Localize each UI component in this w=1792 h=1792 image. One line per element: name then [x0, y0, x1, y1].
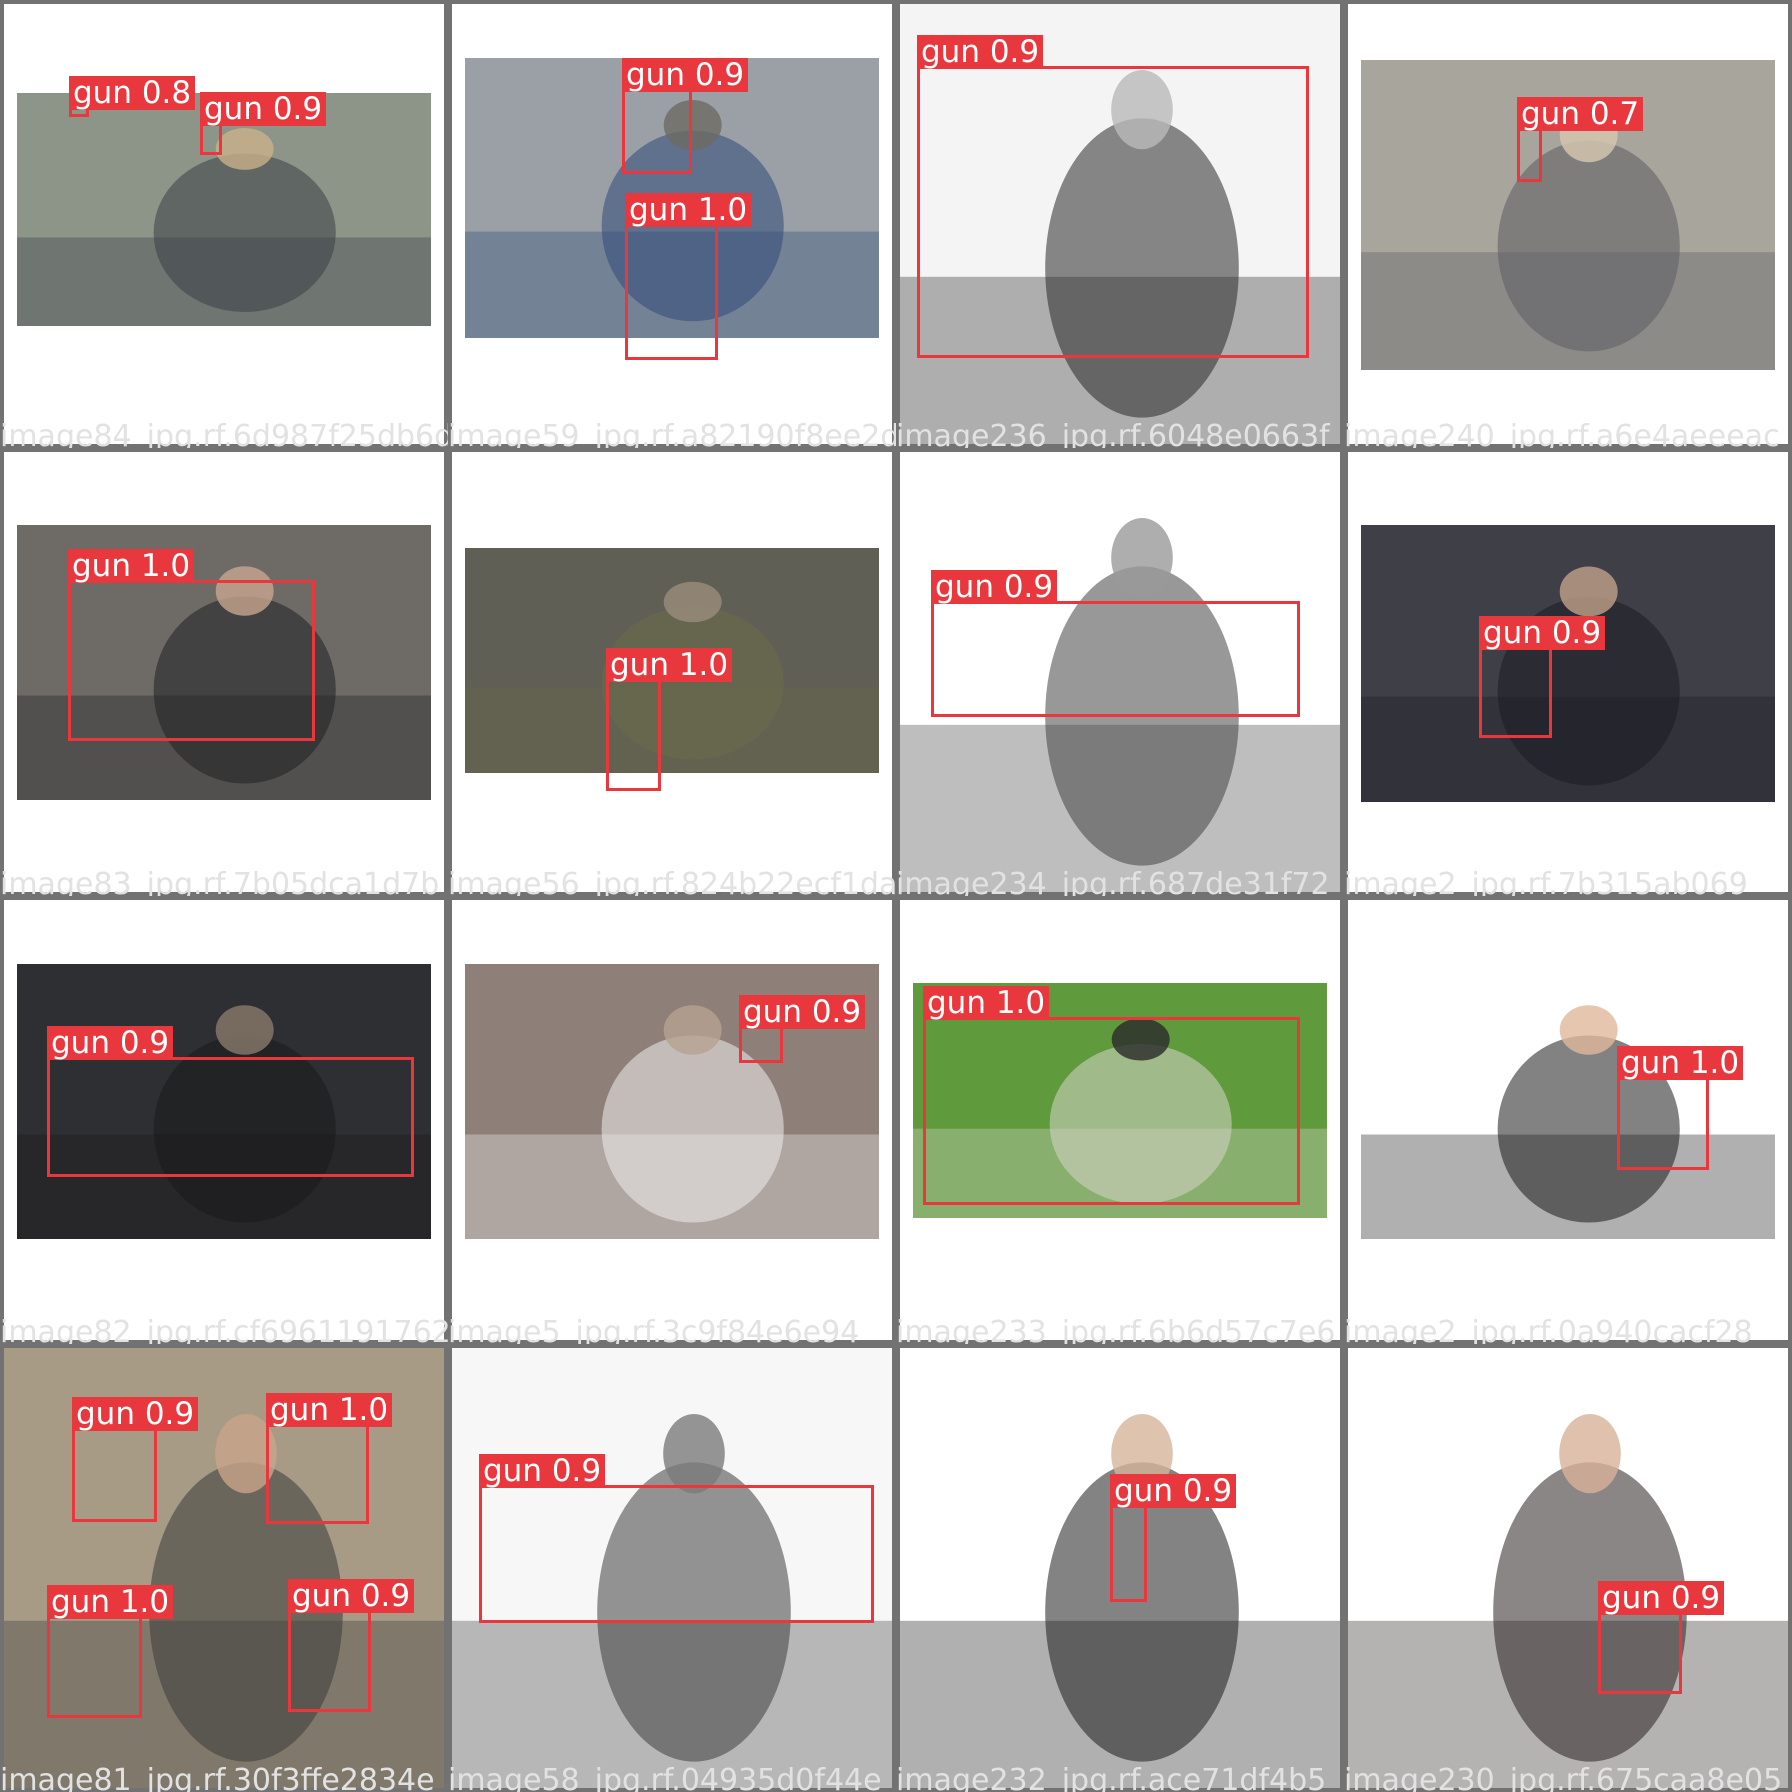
tile-frame: gun 0.9 gun 1.0 — [452, 4, 892, 444]
result-tile: gun 0.9 image236_jpg.rf.6048e0663f — [896, 0, 1344, 448]
detection-label: gun 1.0 — [923, 986, 1050, 1020]
photo — [17, 93, 431, 326]
result-tile: gun 1.0 image83_jpg.rf.7b05dca1d7b — [0, 448, 448, 896]
result-tile: gun 0.9 image5_jpg.rf.3c9f84e6e94 — [448, 896, 896, 1344]
detection-label: gun 0.7 — [1517, 97, 1644, 131]
detection-box: gun 0.9 — [47, 1026, 414, 1177]
detection-box: gun 0.9 — [1479, 616, 1606, 738]
detection-box: gun 1.0 — [266, 1393, 393, 1524]
detection-label: gun 1.0 — [1617, 1046, 1744, 1080]
detection-box: gun 1.0 — [625, 193, 752, 360]
detection-box: gun 1.0 — [47, 1585, 174, 1718]
detection-box: gun 0.9 — [200, 92, 327, 155]
result-tile: gun 0.8 gun 0.9 image84_jpg.rf.6d987f25db6… — [0, 0, 448, 448]
detection-grid: gun 0.8 gun 0.9 image84_jpg.rf.6d987f25db6… — [0, 0, 1792, 1792]
tile-frame: gun 0.8 gun 0.9 — [4, 4, 444, 444]
detection-label: gun 1.0 — [266, 1393, 393, 1427]
result-tile: gun 0.9 image58_jpg.rf.04935d0f44e — [448, 1344, 896, 1792]
detection-box: gun 1.0 — [606, 648, 733, 791]
detection-label: gun 0.9 — [200, 92, 327, 126]
tile-frame: gun 0.9 — [1348, 1348, 1788, 1788]
detection-label: gun 0.9 — [1479, 616, 1606, 650]
tile-frame: gun 1.0 — [900, 900, 1340, 1340]
detection-box: gun 0.9 — [479, 1454, 874, 1623]
tile-frame: gun 0.7 — [1348, 4, 1788, 444]
detection-label: gun 0.9 — [739, 995, 866, 1029]
photo — [1361, 964, 1775, 1239]
detection-box: gun 0.9 — [1598, 1581, 1725, 1694]
photo — [1361, 525, 1775, 802]
detection-label: gun 0.9 — [47, 1026, 174, 1060]
result-tile: gun 0.9 image82_jpg.rf.cf6961191762 — [0, 896, 448, 1344]
result-tile: gun 0.7 image240_jpg.rf.a6e4aeeeac — [1344, 0, 1792, 448]
detection-box: gun 1.0 — [1617, 1046, 1744, 1170]
detection-box: gun 1.0 — [923, 986, 1300, 1205]
detection-box: gun 0.9 — [72, 1397, 199, 1522]
result-tile: gun 0.9 image2_jpg.rf.7b315ab069 — [1344, 448, 1792, 896]
result-tile: gun 1.0 image233_jpg.rf.6b6d57c7e6 — [896, 896, 1344, 1344]
tile-frame: gun 0.9 — [900, 1348, 1340, 1788]
photo — [1348, 1348, 1788, 1788]
result-tile: gun 1.0 image56_jpg.rf.824b22ecf1da — [448, 448, 896, 896]
tile-frame: gun 1.0 — [1348, 900, 1788, 1340]
result-tile: gun 0.9 image232_jpg.rf.ace71df4b5 — [896, 1344, 1344, 1792]
detection-label: gun 1.0 — [47, 1585, 174, 1619]
detection-label: gun 0.9 — [479, 1454, 606, 1488]
tile-frame: gun 0.9 — [1348, 452, 1788, 892]
detection-box: gun 0.9 — [288, 1579, 415, 1712]
detection-box: gun 0.9 — [917, 35, 1309, 358]
result-tile: gun 1.0 image2_jpg.rf.0a940cacf28 — [1344, 896, 1792, 1344]
result-tile: gun 0.9 gun 1.0 image59_jpg.rf.a82190f8ee2… — [448, 0, 896, 448]
detection-box: gun 0.8 — [69, 76, 196, 117]
tile-frame: gun 0.9 — [900, 452, 1340, 892]
detection-box: gun 0.9 — [931, 570, 1300, 717]
tile-frame: gun 0.9 — [4, 900, 444, 1340]
detection-label: gun 0.9 — [931, 570, 1058, 604]
tile-frame: gun 0.9 — [452, 1348, 892, 1788]
detection-label: gun 1.0 — [606, 648, 733, 682]
detection-box: gun 0.9 — [622, 58, 749, 174]
tile-frame: gun 1.0 — [452, 452, 892, 892]
tile-frame: gun 0.9 — [452, 900, 892, 1340]
detection-label: gun 0.9 — [72, 1397, 199, 1431]
detection-box: gun 1.0 — [68, 549, 315, 741]
tile-frame: gun 1.0 — [4, 452, 444, 892]
detection-box: gun 0.9 — [739, 995, 866, 1063]
detection-label: gun 1.0 — [625, 193, 752, 227]
result-tile: gun 0.9 gun 1.0 gun 1.0 gun 0.9 image81_jpg.… — [0, 1344, 448, 1792]
result-tile: gun 0.9 image234_jpg.rf.687de31f72 — [896, 448, 1344, 896]
detection-box: gun 0.7 — [1517, 97, 1644, 182]
detection-box: gun 0.9 — [1110, 1474, 1237, 1602]
detection-label: gun 0.9 — [1598, 1581, 1725, 1615]
detection-label: gun 0.9 — [917, 35, 1044, 69]
tile-frame: gun 0.9 gun 1.0 gun 1.0 gun 0.9 — [4, 1348, 444, 1788]
detection-label: gun 0.9 — [622, 58, 749, 92]
detection-label: gun 0.9 — [288, 1579, 415, 1613]
detection-label: gun 0.8 — [69, 76, 196, 110]
detection-label: gun 0.9 — [1110, 1474, 1237, 1508]
result-tile: gun 0.9 image230_jpg.rf.675caa8e05 — [1344, 1344, 1792, 1792]
tile-frame: gun 0.9 — [900, 4, 1340, 444]
detection-label: gun 1.0 — [68, 549, 195, 583]
